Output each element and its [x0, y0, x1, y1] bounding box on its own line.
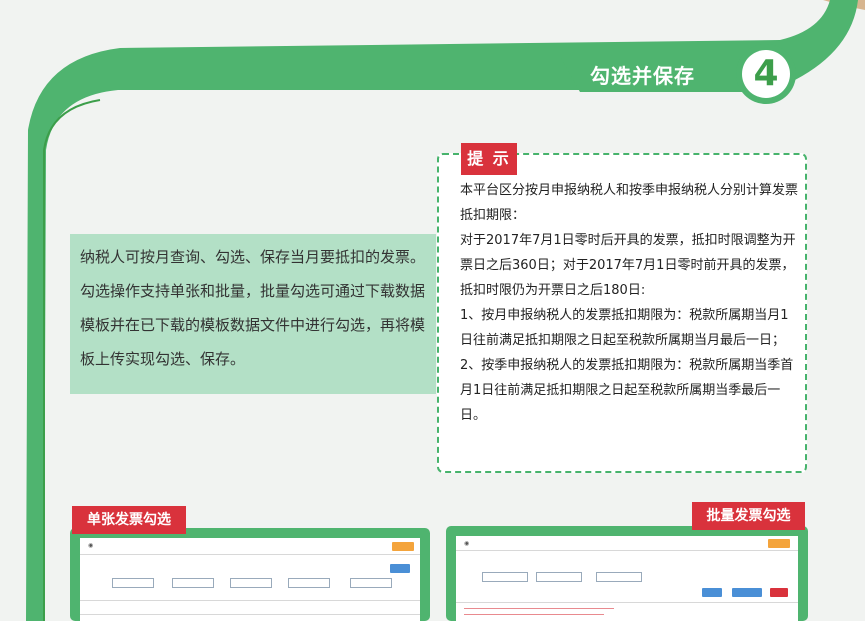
section-title: 勾选并保存	[590, 64, 695, 88]
filter-field[interactable]	[288, 578, 330, 588]
screenshot-panel: ◉	[456, 536, 798, 621]
single-invoice-label: 单张发票勾选	[72, 506, 186, 534]
save-button[interactable]	[770, 588, 788, 597]
app-logo-icon: ◉	[464, 540, 470, 547]
filter-field[interactable]	[350, 578, 392, 588]
single-invoice-screenshot: ◉	[70, 528, 430, 621]
tip-line: 2、按季申报纳税人的发票抵扣期限为：税款所属期当季首月1日往前满足抵扣期限之日起…	[460, 358, 794, 423]
app-logo-icon: ◉	[88, 542, 94, 549]
divider	[80, 614, 420, 615]
divider	[456, 550, 798, 551]
query-button[interactable]	[390, 564, 410, 573]
tip-text: 本平台区分按月申报纳税人和按季申报纳税人分别计算发票抵扣期限： 对于2017年7…	[460, 178, 798, 428]
divider	[80, 600, 420, 601]
return-button[interactable]	[392, 542, 414, 551]
description-text: 纳税人可按月查询、勾选、保存当月要抵扣的发票。勾选操作支持单张和批量，批量勾选可…	[80, 248, 426, 368]
tip-line: 1、按月申报纳税人的发票抵扣期限为：税款所属期当月1日往前满足抵扣期限之日起至税…	[460, 308, 789, 348]
return-button[interactable]	[768, 539, 790, 548]
warning-line	[464, 614, 604, 615]
warning-line	[464, 608, 614, 609]
download-button[interactable]	[702, 588, 722, 597]
batch-invoice-label: 批量发票勾选	[692, 502, 805, 530]
tip-line: 本平台区分按月申报纳税人和按季申报纳税人分别计算发票抵扣期限：	[460, 183, 799, 223]
upload-button[interactable]	[732, 588, 762, 597]
filter-field[interactable]	[230, 578, 272, 588]
step-number: 4	[753, 53, 779, 94]
filter-field[interactable]	[536, 572, 582, 582]
batch-invoice-screenshot: ◉	[446, 526, 808, 621]
divider	[80, 554, 420, 555]
filter-field[interactable]	[596, 572, 642, 582]
description-box: 纳税人可按月查询、勾选、保存当月要抵扣的发票。勾选操作支持单张和批量，批量勾选可…	[70, 234, 436, 394]
filter-field[interactable]	[482, 572, 528, 582]
screenshot-panel: ◉	[80, 538, 420, 621]
filter-field[interactable]	[112, 578, 154, 588]
tip-line: 对于2017年7月1日零时后开具的发票，抵扣时限调整为开票日之后360日；对于2…	[460, 233, 796, 298]
tip-label: 提 示	[461, 143, 517, 175]
filter-field[interactable]	[172, 578, 214, 588]
divider	[456, 602, 798, 603]
